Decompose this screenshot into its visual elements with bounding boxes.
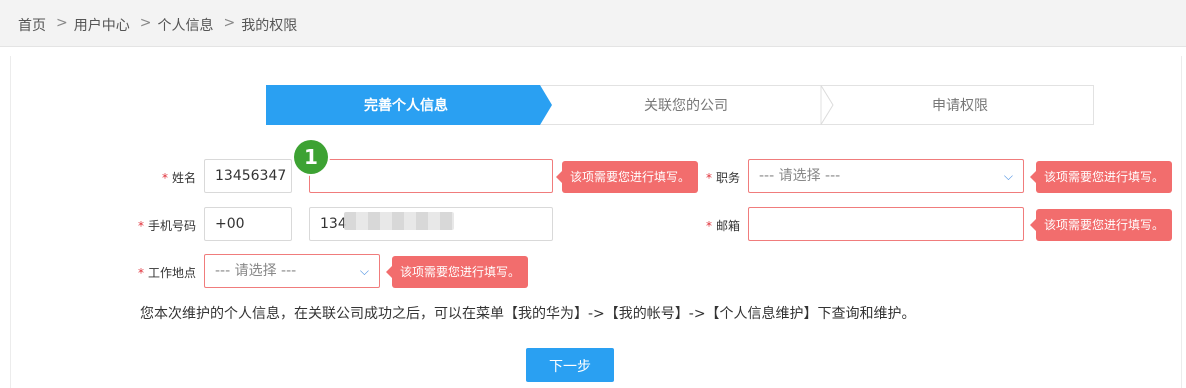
required-mark: * — [705, 219, 712, 233]
work-location-label: * 工作地点 — [137, 266, 196, 280]
work-location-select[interactable]: --- 请选择 --- ⌵ — [204, 254, 380, 288]
required-mark: * — [161, 171, 168, 185]
maintenance-note: 您本次维护的个人信息，在关联公司成功之后，可以在菜单【我的华为】->【我的帐号】… — [140, 306, 916, 322]
step-apply-permission: 申请权限 — [932, 98, 988, 114]
breadcrumb-separator: > — [139, 15, 152, 31]
top-bar: 首页 > 用户中心 > 个人信息 > 我的权限 — [0, 0, 1186, 47]
phone-country-code-field[interactable]: +00 — [204, 207, 292, 241]
position-label: * 职务 — [705, 171, 740, 185]
name-second-field[interactable] — [309, 159, 553, 193]
step-complete-personal-info: 完善个人信息 — [364, 98, 448, 114]
work-location-error-tip: 该项需要您进行填写。 — [385, 256, 529, 288]
name-error-tip: 该项需要您进行填写。 — [555, 161, 699, 193]
step-link-company: 关联您的公司 — [644, 98, 728, 114]
work-location-select-placeholder: --- 请选择 --- — [215, 263, 297, 279]
annotation-badge: 1 — [294, 140, 328, 174]
required-mark: * — [137, 266, 144, 280]
breadcrumb: 首页 > 用户中心 > 个人信息 > 我的权限 — [18, 15, 297, 35]
next-step-button[interactable]: 下一步 — [526, 348, 614, 382]
email-error-tip: 该项需要您进行填写。 — [1029, 209, 1173, 241]
phone-label: * 手机号码 — [137, 219, 196, 233]
required-mark: * — [705, 171, 712, 185]
name-first-field[interactable]: 13456347 — [204, 159, 292, 193]
required-mark: * — [137, 219, 144, 233]
email-label: * 邮箱 — [705, 219, 740, 233]
step-progress: 完善个人信息 关联您的公司 申请权限 — [266, 85, 1094, 125]
chevron-down-icon: ⌵ — [1003, 169, 1013, 183]
breadcrumb-personal-info[interactable]: 个人信息 — [157, 15, 213, 35]
email-field[interactable] — [748, 207, 1024, 241]
position-select[interactable]: --- 请选择 --- ⌵ — [748, 159, 1024, 193]
breadcrumb-user-center[interactable]: 用户中心 — [74, 15, 130, 35]
breadcrumb-separator: > — [56, 15, 68, 31]
breadcrumb-separator: > — [223, 15, 236, 31]
chevron-down-icon: ⌵ — [359, 264, 369, 278]
breadcrumb-home[interactable]: 首页 — [18, 15, 46, 35]
position-select-placeholder: --- 请选择 --- — [759, 168, 841, 184]
phone-number-redaction — [344, 212, 454, 230]
position-error-tip: 该项需要您进行填写。 — [1029, 161, 1173, 193]
name-label: * 姓名 — [161, 171, 196, 185]
phone-number-visible-part: 134 — [320, 216, 347, 232]
breadcrumb-my-permissions: 我的权限 — [241, 18, 298, 34]
